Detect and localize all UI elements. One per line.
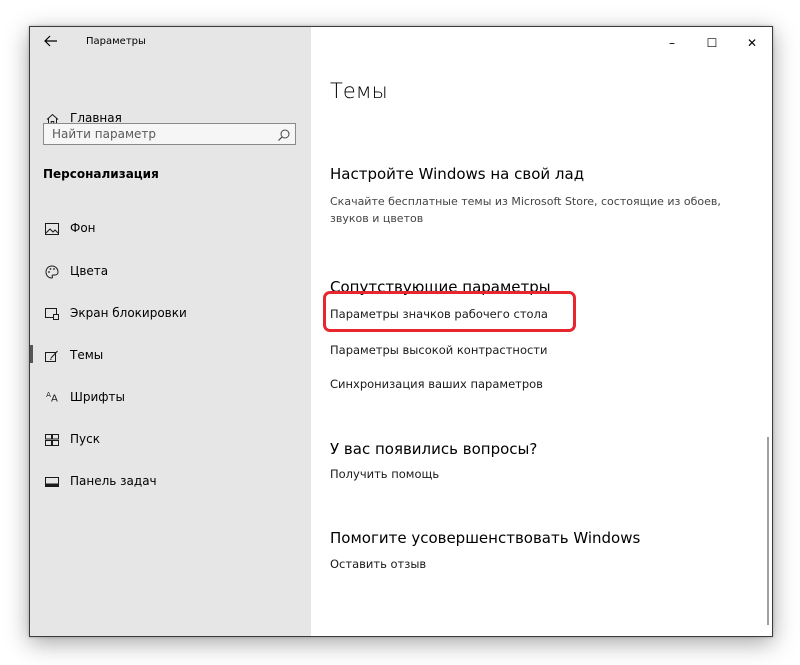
sidebar-item-background[interactable]: Фон [30, 216, 311, 244]
settings-window: Параметры Главная Найти параметр Персона… [29, 26, 773, 637]
sidebar-item-themes[interactable]: Темы [30, 343, 311, 371]
sidebar-item-label: Фон [70, 221, 96, 235]
sidebar-item-label: Цвета [70, 264, 109, 278]
sidebar-item-label: Экран блокировки [70, 306, 187, 320]
minimize-button[interactable]: – [652, 27, 692, 59]
get-help-link[interactable]: Получить помощь [330, 467, 439, 481]
palette-icon [44, 264, 60, 280]
sidebar-item-label: Шрифты [70, 390, 125, 404]
window-controls: – ☐ ✕ [652, 27, 772, 59]
taskbar-icon [44, 474, 60, 490]
customize-heading: Настройте Windows на свой лад [330, 165, 585, 183]
sidebar-item-label: Панель задач [70, 474, 157, 488]
search-icon[interactable] [277, 127, 291, 141]
start-icon [44, 432, 60, 448]
sync-settings-link[interactable]: Синхронизация ваших параметров [330, 377, 543, 391]
title-bar: Параметры [30, 27, 311, 59]
close-button[interactable]: ✕ [732, 27, 772, 59]
scrollbar[interactable] [767, 437, 769, 625]
main-content: – ☐ ✕ Темы Настройте Windows на свой лад… [311, 27, 772, 636]
fonts-icon: AA [44, 390, 60, 406]
desktop-icon-settings-link[interactable]: Параметры значков рабочего стола [330, 307, 548, 321]
section-title: Персонализация [43, 167, 159, 181]
app-title: Параметры [86, 36, 146, 47]
back-arrow-icon[interactable] [42, 34, 60, 52]
sidebar-item-colors[interactable]: Цвета [30, 259, 311, 287]
sidebar-item-label: Пуск [70, 432, 100, 446]
themes-icon [44, 348, 60, 364]
maximize-icon: ☐ [706, 36, 718, 50]
sidebar-item-fonts[interactable]: AA Шрифты [30, 385, 311, 413]
sidebar: Параметры Главная Найти параметр Персона… [30, 27, 311, 636]
close-icon: ✕ [746, 36, 758, 50]
improve-heading: Помогите усовершенствовать Windows [330, 529, 641, 547]
picture-icon [44, 221, 60, 237]
lock-screen-icon [44, 306, 60, 322]
sidebar-item-label: Темы [70, 348, 104, 362]
sidebar-item-lock-screen[interactable]: Экран блокировки [30, 301, 311, 329]
minimize-icon: – [669, 36, 675, 50]
high-contrast-settings-link[interactable]: Параметры высокой контрастности [330, 343, 547, 357]
sidebar-item-start[interactable]: Пуск [30, 427, 311, 455]
maximize-button[interactable]: ☐ [692, 27, 732, 59]
sidebar-item-taskbar[interactable]: Панель задач [30, 469, 311, 497]
search-placeholder: Найти параметр [52, 127, 156, 141]
feedback-link[interactable]: Оставить отзыв [330, 557, 426, 571]
search-input[interactable]: Найти параметр [43, 123, 296, 145]
fonts-glyph: AA [46, 391, 58, 405]
customize-description: Скачайте бесплатные темы из Microsoft St… [330, 195, 721, 225]
page-title: Темы [330, 79, 388, 103]
questions-heading: У вас появились вопросы? [330, 440, 538, 458]
